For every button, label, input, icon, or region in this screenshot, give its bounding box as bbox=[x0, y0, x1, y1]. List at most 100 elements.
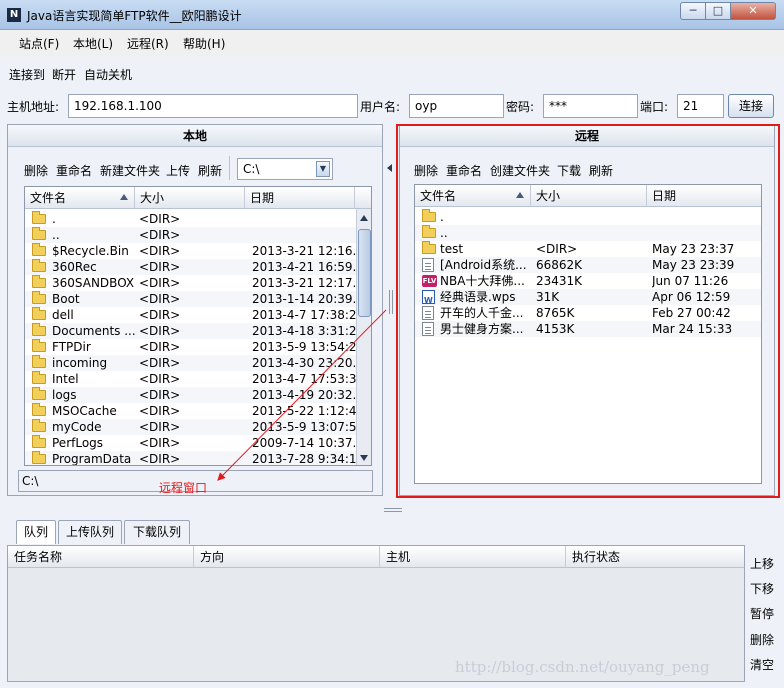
local-col-size[interactable]: 大小 bbox=[135, 187, 245, 209]
file-name: FTPDir bbox=[52, 340, 91, 354]
local-col-date[interactable]: 日期 bbox=[245, 187, 355, 209]
folder-icon bbox=[32, 355, 46, 368]
table-row[interactable]: .. <DIR> bbox=[25, 227, 356, 243]
queue-col-status[interactable]: 执行状态 bbox=[566, 546, 744, 568]
local-delete-button[interactable]: 删除 bbox=[24, 162, 48, 179]
local-rename-button[interactable]: 重命名 bbox=[56, 162, 92, 179]
table-row[interactable]: 360Rec <DIR> 2013-4-21 16:59... bbox=[25, 259, 356, 275]
file-name: ProgramData bbox=[52, 452, 132, 466]
maximize-button[interactable]: □ bbox=[705, 2, 731, 20]
folder-icon bbox=[32, 243, 46, 256]
file-name: logs bbox=[52, 388, 77, 402]
table-row[interactable]: . <DIR> bbox=[25, 211, 356, 227]
file-size: <DIR> bbox=[139, 212, 181, 226]
file-name: Boot bbox=[52, 292, 80, 306]
menu-site[interactable]: 站点(F) bbox=[19, 35, 59, 52]
file-name: MSOCache bbox=[52, 404, 117, 418]
clear-button[interactable]: 清空 bbox=[750, 656, 774, 673]
file-name: $Recycle.Bin bbox=[52, 244, 129, 258]
menu-local[interactable]: 本地(L) bbox=[73, 35, 113, 52]
queue-col-host[interactable]: 主机 bbox=[380, 546, 566, 568]
file-name: incoming bbox=[52, 356, 108, 370]
host-input[interactable]: 192.168.1.100 bbox=[68, 94, 358, 118]
menu-remote[interactable]: 远程(R) bbox=[127, 35, 169, 52]
user-label: 用户名: bbox=[360, 100, 401, 114]
toolbar-divider bbox=[229, 156, 230, 180]
file-size: <DIR> bbox=[139, 260, 181, 274]
file-name: . bbox=[52, 212, 56, 226]
sort-asc-icon bbox=[120, 194, 128, 200]
folder-icon bbox=[32, 419, 46, 432]
file-date: 2013-3-21 12:17... bbox=[252, 276, 356, 290]
table-row[interactable]: $Recycle.Bin <DIR> 2013-3-21 12:16... bbox=[25, 243, 356, 259]
menu-bar: 站点(F) 本地(L) 远程(R) 帮助(H) bbox=[0, 30, 784, 56]
pause-button[interactable]: 暂停 bbox=[750, 605, 774, 622]
folder-icon bbox=[32, 387, 46, 400]
move-up-button[interactable]: 上移 bbox=[750, 555, 774, 572]
table-row[interactable]: 360SANDBOX <DIR> 2013-3-21 12:17... bbox=[25, 275, 356, 291]
folder-icon bbox=[32, 403, 46, 416]
connect-button[interactable]: 连接 bbox=[728, 94, 774, 118]
move-down-button[interactable]: 下移 bbox=[750, 580, 774, 597]
chevron-down-icon[interactable]: ▼ bbox=[316, 161, 330, 177]
drive-select[interactable]: C:\ ▼ bbox=[237, 158, 333, 180]
tab-download-queue[interactable]: 下载队列 bbox=[124, 520, 190, 544]
annotation-highlight-box bbox=[396, 124, 780, 498]
file-name: .. bbox=[52, 228, 60, 242]
password-input[interactable]: *** bbox=[543, 94, 638, 118]
horizontal-splitter[interactable] bbox=[0, 506, 784, 514]
toolbar: 连接到 断开 自动关机 bbox=[0, 58, 784, 88]
queue-col-task[interactable]: 任务名称 bbox=[8, 546, 194, 568]
folder-icon bbox=[32, 259, 46, 272]
connect-to-button[interactable]: 连接到 bbox=[9, 66, 45, 83]
folder-icon bbox=[32, 275, 46, 288]
minimize-button[interactable]: ─ bbox=[680, 2, 706, 20]
collapse-left-icon[interactable] bbox=[387, 164, 392, 172]
folder-icon bbox=[32, 227, 46, 240]
local-col-name[interactable]: 文件名 bbox=[25, 187, 135, 209]
file-name: 360Rec bbox=[52, 260, 97, 274]
file-name: myCode bbox=[52, 420, 102, 434]
annotation-arrow-line bbox=[217, 309, 387, 481]
folder-icon bbox=[32, 323, 46, 336]
password-label: 密码: bbox=[506, 100, 535, 114]
folder-icon bbox=[32, 451, 46, 464]
tab-queue[interactable]: 队列 bbox=[16, 520, 56, 544]
close-button[interactable]: ✕ bbox=[730, 2, 776, 20]
folder-icon bbox=[32, 211, 46, 224]
folder-icon bbox=[32, 371, 46, 384]
local-upload-button[interactable]: 上传 bbox=[166, 162, 190, 179]
port-input[interactable]: 21 bbox=[677, 94, 724, 118]
folder-icon bbox=[32, 339, 46, 352]
port-label: 端口: bbox=[640, 100, 669, 114]
app-icon: N bbox=[7, 8, 21, 22]
file-name: Intel bbox=[52, 372, 79, 386]
local-refresh-button[interactable]: 刷新 bbox=[198, 162, 222, 179]
delete-task-button[interactable]: 删除 bbox=[750, 631, 774, 648]
disconnect-button[interactable]: 断开 bbox=[52, 66, 76, 83]
annotation-label: 远程窗口 bbox=[159, 481, 208, 495]
title-bar[interactable]: N Java语言实现简单FTP软件__欧阳鹏设计 ─ □ ✕ bbox=[0, 0, 784, 30]
folder-icon bbox=[32, 435, 46, 448]
menu-help[interactable]: 帮助(H) bbox=[183, 35, 225, 52]
user-input[interactable]: oyp bbox=[409, 94, 504, 118]
local-new-folder-button[interactable]: 新建文件夹 bbox=[100, 162, 160, 179]
tab-upload-queue[interactable]: 上传队列 bbox=[58, 520, 122, 544]
folder-icon bbox=[32, 291, 46, 304]
scroll-up-icon[interactable] bbox=[360, 215, 368, 221]
file-name: Documents ... bbox=[52, 324, 136, 338]
auto-shutdown-button[interactable]: 自动关机 bbox=[84, 66, 132, 83]
watermark: http://blog.csdn.net/ouyang_peng bbox=[455, 658, 710, 676]
file-date: 2013-3-21 12:16... bbox=[252, 244, 356, 258]
file-size: <DIR> bbox=[139, 228, 181, 242]
local-column-header: 文件名 大小 日期 bbox=[25, 187, 371, 209]
queue-col-direction[interactable]: 方向 bbox=[194, 546, 380, 568]
file-name: PerfLogs bbox=[52, 436, 104, 450]
window-title: Java语言实现简单FTP软件__欧阳鹏设计 bbox=[27, 9, 242, 23]
file-name: dell bbox=[52, 308, 74, 322]
folder-icon bbox=[32, 307, 46, 320]
file-name: 360SANDBOX bbox=[52, 276, 135, 290]
file-size: <DIR> bbox=[139, 244, 181, 258]
annotation-arrow bbox=[217, 309, 387, 481]
file-size: <DIR> bbox=[139, 276, 181, 290]
